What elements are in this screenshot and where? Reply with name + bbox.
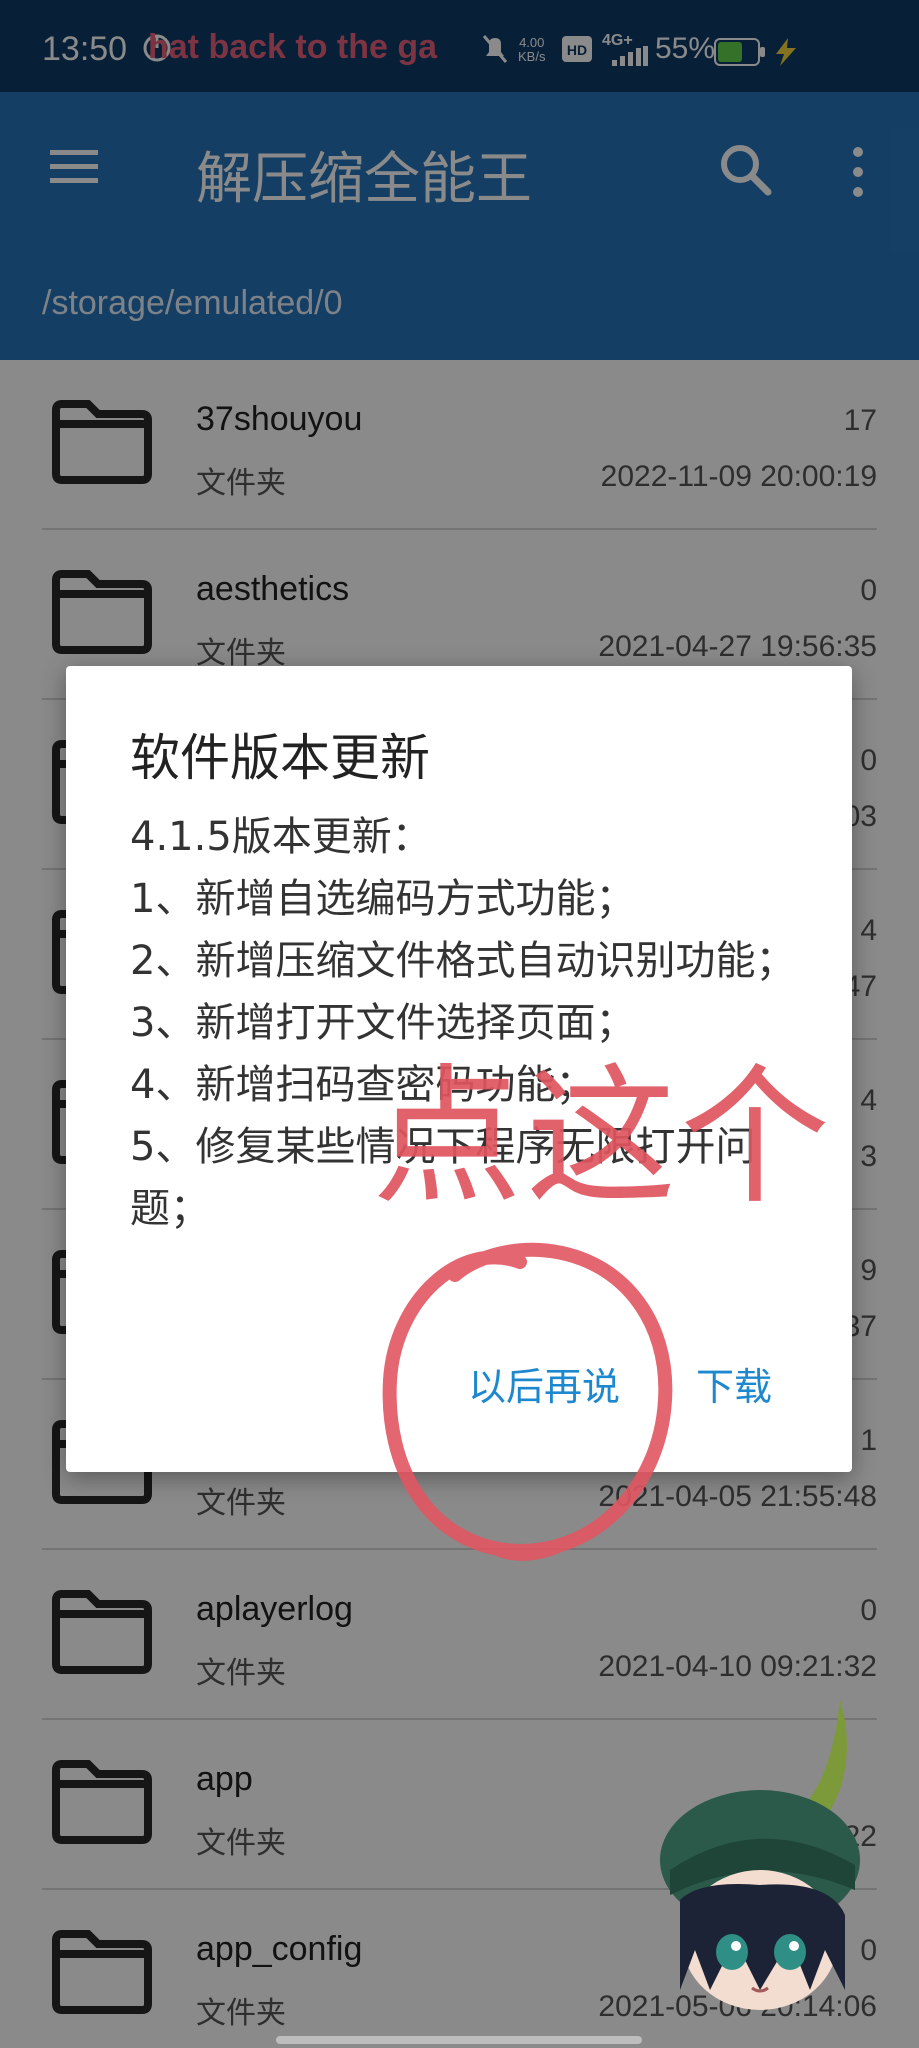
home-indicator[interactable]: [276, 2036, 642, 2044]
dialog-message: 4.1.5版本更新： 1、新增自选编码方式功能； 2、新增压缩文件格式自动识别功…: [130, 806, 810, 1240]
dialog-line: 4、新增扫码查密码功能；: [130, 1062, 596, 1108]
dialog-line: 1、新增自选编码方式功能；: [130, 876, 636, 922]
later-button[interactable]: 以后再说: [468, 1356, 620, 1411]
dialog-line: 4.1.5版本更新：: [130, 814, 432, 860]
update-dialog: 软件版本更新 4.1.5版本更新： 1、新增自选编码方式功能； 2、新增压缩文件…: [66, 666, 852, 1472]
dialog-line: 2、新增压缩文件格式自动识别功能；: [130, 938, 796, 984]
dialog-line: 3、新增打开文件选择页面；: [130, 1000, 636, 1046]
download-button[interactable]: 下载: [696, 1356, 772, 1411]
dialog-line: 5、修复某些情况下程序无限打开问题；: [130, 1124, 756, 1232]
mascot-sticker-icon: [660, 1700, 860, 2010]
dialog-title: 软件版本更新: [130, 729, 430, 787]
